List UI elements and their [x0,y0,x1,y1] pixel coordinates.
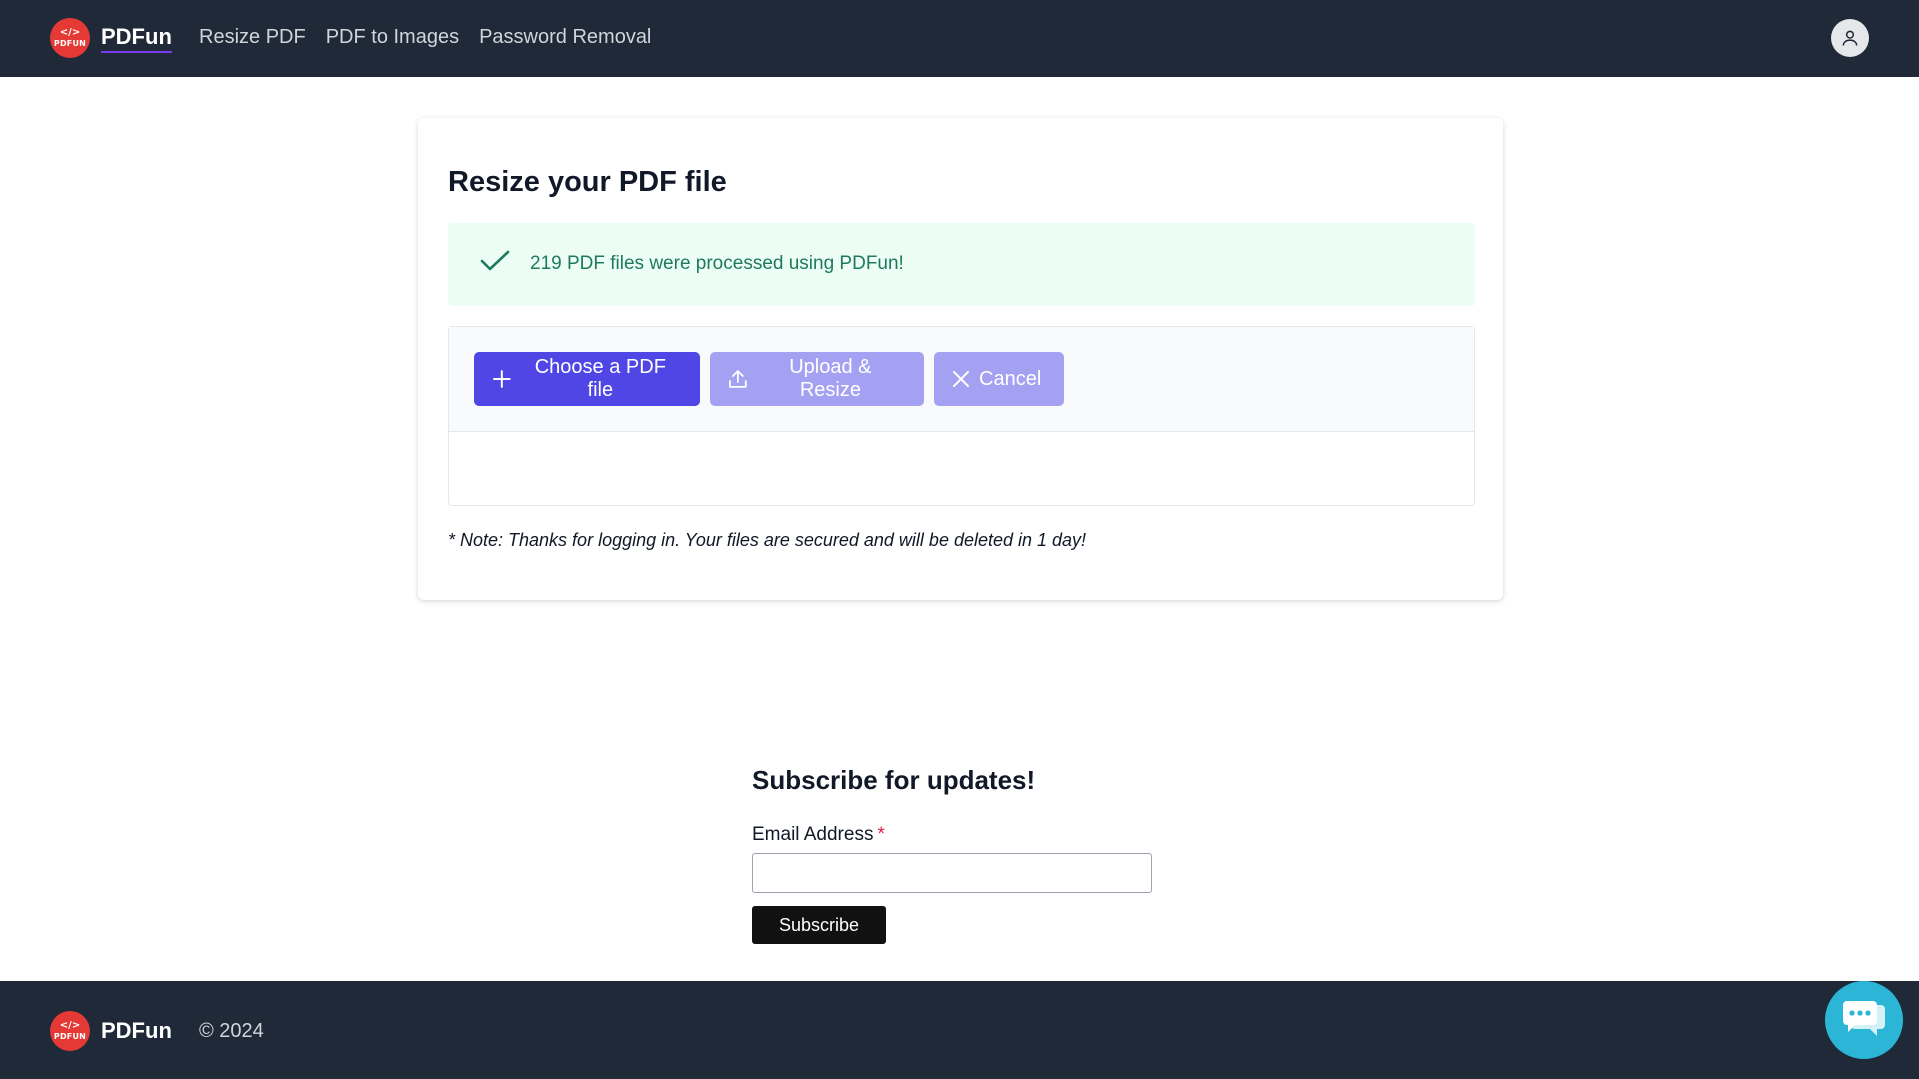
brand-link[interactable]: </> PDFUN PDFun [50,18,172,58]
upload-resize-button[interactable]: Upload & Resize [710,352,924,406]
page-title: Resize your PDF file [448,166,727,198]
pdfun-logo: </> PDFUN [50,18,90,58]
top-navbar: </> PDFUN PDFun Resize PDF PDF to Images… [0,0,1919,77]
upload-icon [729,370,747,388]
footer-brand-name: PDFun [101,1018,172,1043]
brand-name[interactable]: PDFun [101,24,172,53]
footer: </> PDFUN PDFun © 2024 [0,981,1919,1079]
nav-link-resize-pdf[interactable]: Resize PDF [199,26,306,49]
logo-wordmark: PDFUN [53,39,87,48]
user-menu-button[interactable] [1831,19,1869,57]
check-icon [480,250,510,271]
subscribe-button[interactable]: Subscribe [752,906,886,944]
file-uploader: Choose a PDF file Upload & Resize Cancel [448,326,1475,506]
nav-link-pdf-to-images[interactable]: PDF to Images [326,26,459,49]
email-input[interactable] [752,853,1152,893]
user-icon [1842,30,1858,46]
email-label: Email Address * [752,824,885,846]
processed-count-message: 219 PDF files were processed using PDFun… [530,253,904,274]
footer-logo-wordmark: PDFUN [53,1032,87,1041]
success-alert: 219 PDF files were processed using PDFun… [448,223,1475,306]
logo-code-glyph: </> [59,27,81,38]
plus-icon [492,370,511,388]
subscribe-title: Subscribe for updates! [752,765,1036,795]
upload-resize-label: Upload & Resize [789,356,872,401]
resize-card: Resize your PDF file 219 PDF files were … [418,118,1503,600]
choose-pdf-button[interactable]: Choose a PDF file [474,352,700,406]
security-note: * Note: Thanks for logging in. Your file… [448,530,1087,550]
close-icon [953,371,969,387]
footer-logo-code-glyph: </> [59,1020,81,1031]
nav-link-password-removal[interactable]: Password Removal [479,26,651,49]
chat-icon [1843,1001,1885,1036]
uploader-toolbar: Choose a PDF file Upload & Resize Cancel [449,327,1474,432]
cancel-label: Cancel [979,367,1042,390]
copyright-text: © 2024 [199,1020,264,1042]
required-mark: * [877,824,885,845]
chat-widget-button[interactable] [1825,981,1903,1059]
choose-pdf-label: Choose a PDF file [534,356,666,401]
footer-brand[interactable]: </> PDFUN PDFun [50,1011,172,1051]
subscribe-section: Subscribe for updates! Email Address * Su… [752,765,1152,944]
email-label-text: Email Address [752,824,874,845]
footer-pdfun-logo: </> PDFUN [50,1011,90,1051]
cancel-button[interactable]: Cancel [934,352,1064,406]
file-drop-area[interactable] [449,432,1474,505]
main-nav: Resize PDF PDF to Images Password Remova… [199,26,651,49]
